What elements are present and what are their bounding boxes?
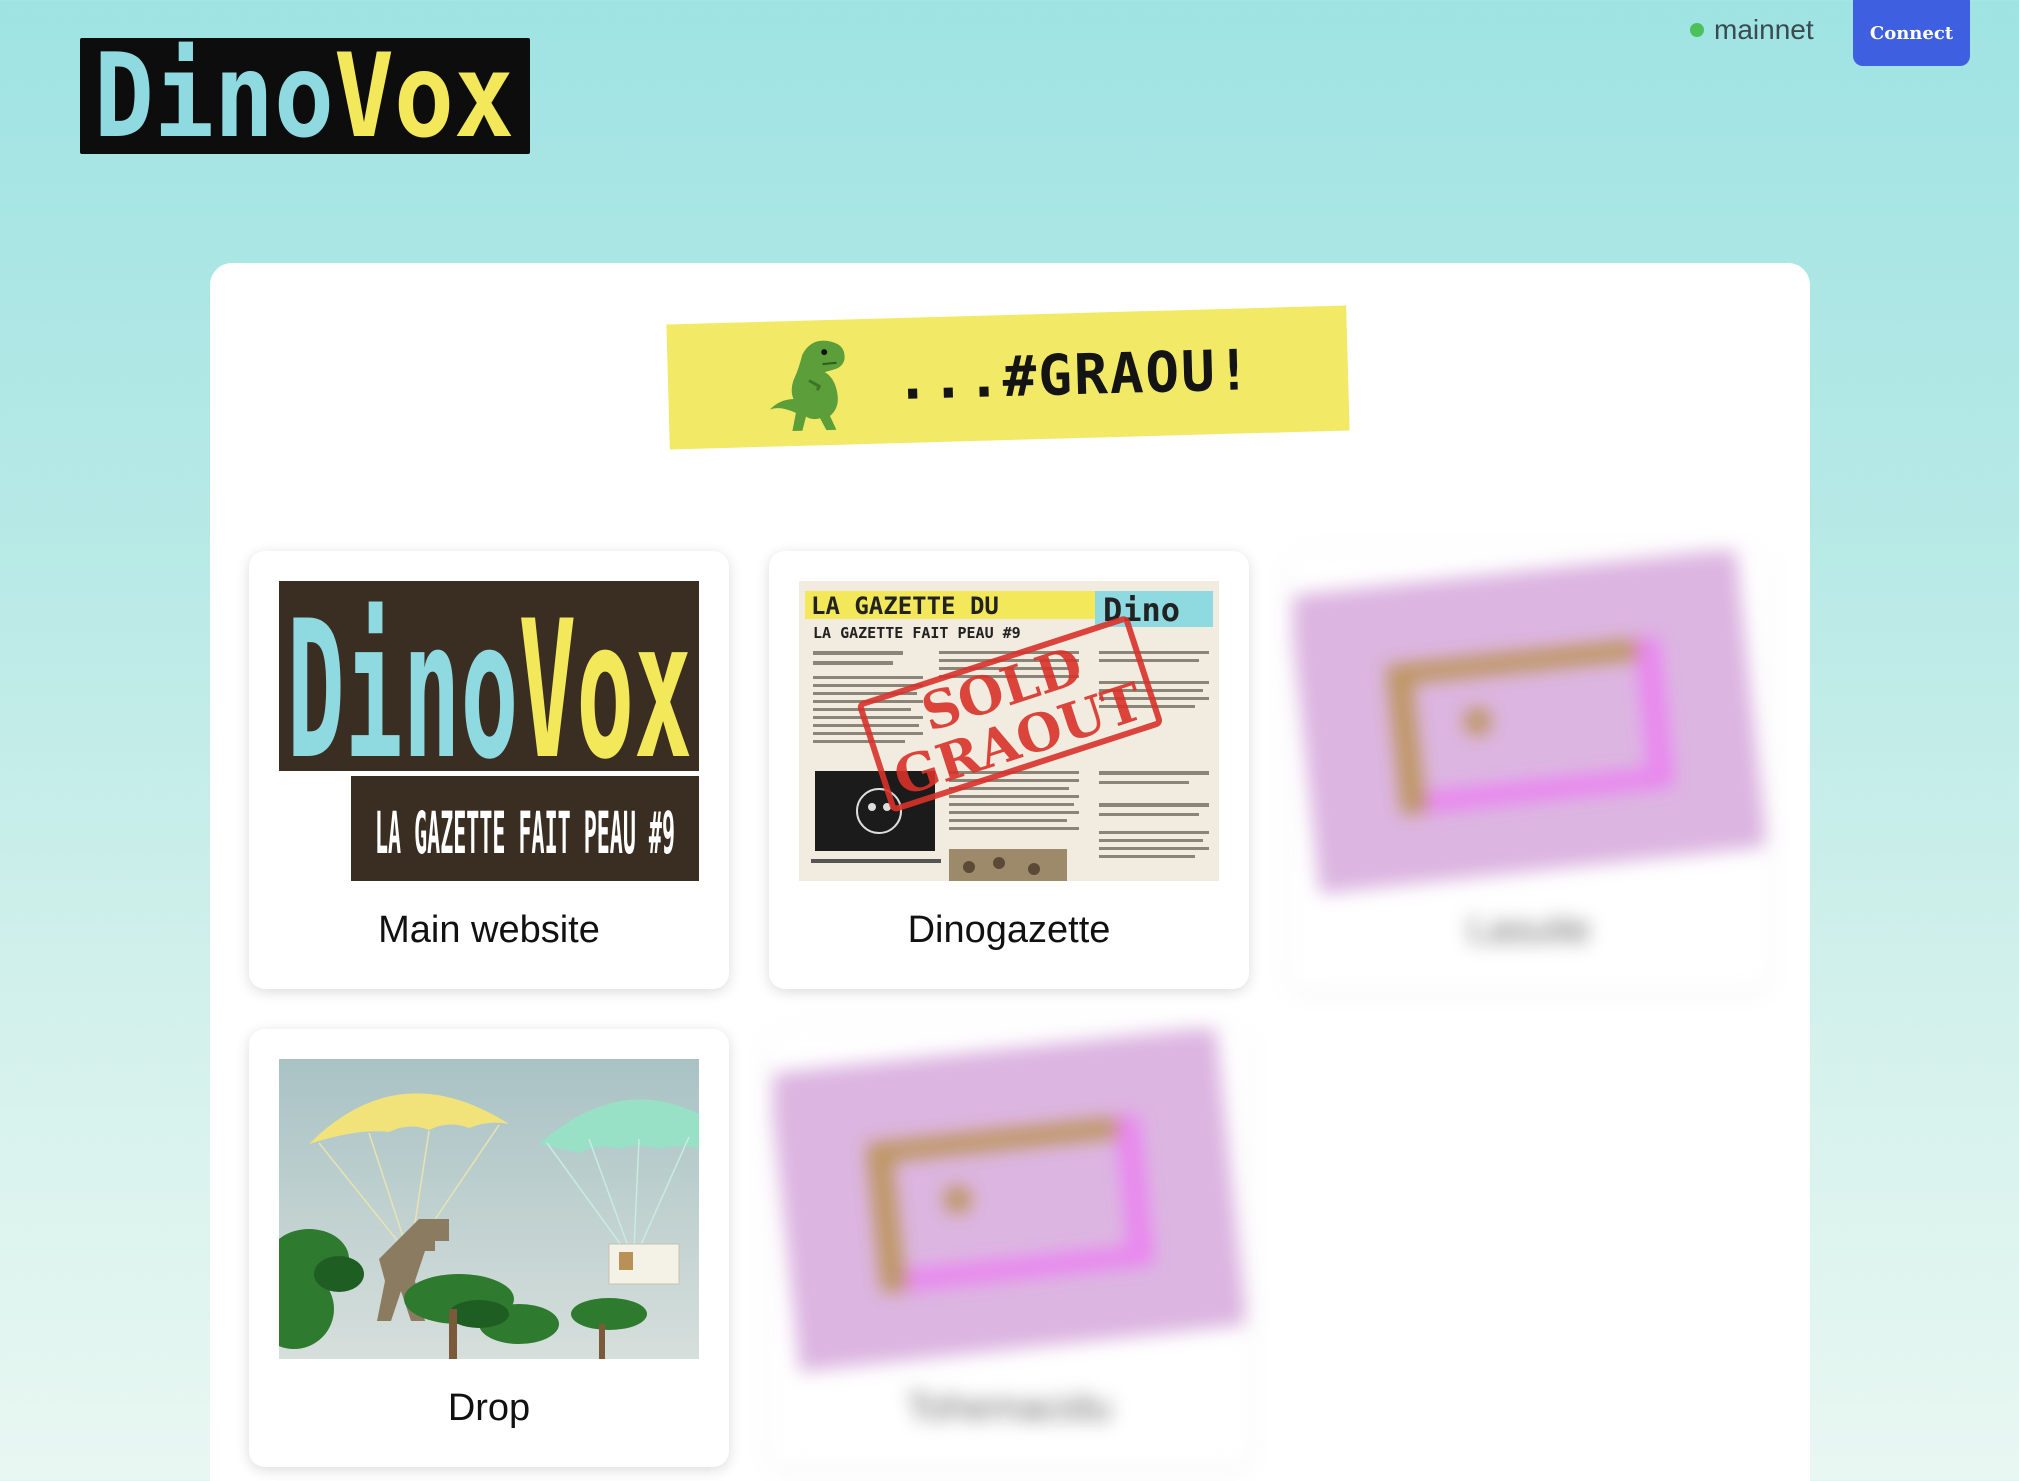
logo-text-vox: Vox <box>334 38 514 154</box>
network-label: mainnet <box>1714 14 1814 45</box>
card-label: Drop <box>447 1387 531 1429</box>
svg-text:DinoVox: DinoVox <box>94 38 514 154</box>
card-label: Main website <box>378 909 600 951</box>
dinogazette-thumbnail: LA GAZETTE DU Dino LA GAZETTE FAIT PEAU … <box>799 581 1219 881</box>
thumb-subtitle: LA GAZETTE FAIT PEAU #9 <box>375 799 675 867</box>
card-label: Dinogazette <box>907 909 1111 951</box>
card-drop[interactable]: Drop <box>249 1029 729 1467</box>
tohemacidu-thumbnail <box>773 1029 1245 1374</box>
drop-thumbnail <box>279 1059 699 1359</box>
t-rex-icon <box>770 340 845 431</box>
card-label: Tohemacidu <box>906 1387 1112 1429</box>
thumb-logo-vox: Vox <box>518 581 692 801</box>
thumb-logo-dino: Dino <box>287 581 518 801</box>
graou-banner: ...#GRAOU! <box>666 305 1350 450</box>
lasuite-thumbnail <box>1293 551 1765 896</box>
card-lasuite[interactable]: Lasuite <box>1289 551 1769 989</box>
network-status: mainnet <box>1690 14 1814 46</box>
logo-text-dino: Dino <box>94 38 334 154</box>
banner-text: ...#GRAOU! <box>894 338 1254 414</box>
network-status-dot <box>1690 23 1704 37</box>
main-panel: ...#GRAOU! DinoVox LA GAZETTE FAIT PEAU … <box>210 263 1810 1481</box>
card-main-website[interactable]: DinoVox LA GAZETTE FAIT PEAU #9 Main web… <box>249 551 729 989</box>
svg-text:DinoVox: DinoVox <box>287 581 692 801</box>
svg-text:LA GAZETTE DU: LA GAZETTE DU <box>811 592 999 620</box>
svg-text:LA GAZETTE FAIT PEAU #9: LA GAZETTE FAIT PEAU #9 <box>813 624 1021 642</box>
connect-button[interactable]: Connect <box>1853 0 1970 66</box>
dinovox-logo[interactable]: DinoVox <box>80 38 530 154</box>
card-tohemacidu[interactable]: Tohemacidu <box>769 1029 1249 1467</box>
main-website-thumbnail: DinoVox LA GAZETTE FAIT PEAU #9 <box>279 581 699 881</box>
card-label: Lasuite <box>1467 909 1591 951</box>
card-dinogazette[interactable]: LA GAZETTE DU Dino LA GAZETTE FAIT PEAU … <box>769 551 1249 989</box>
